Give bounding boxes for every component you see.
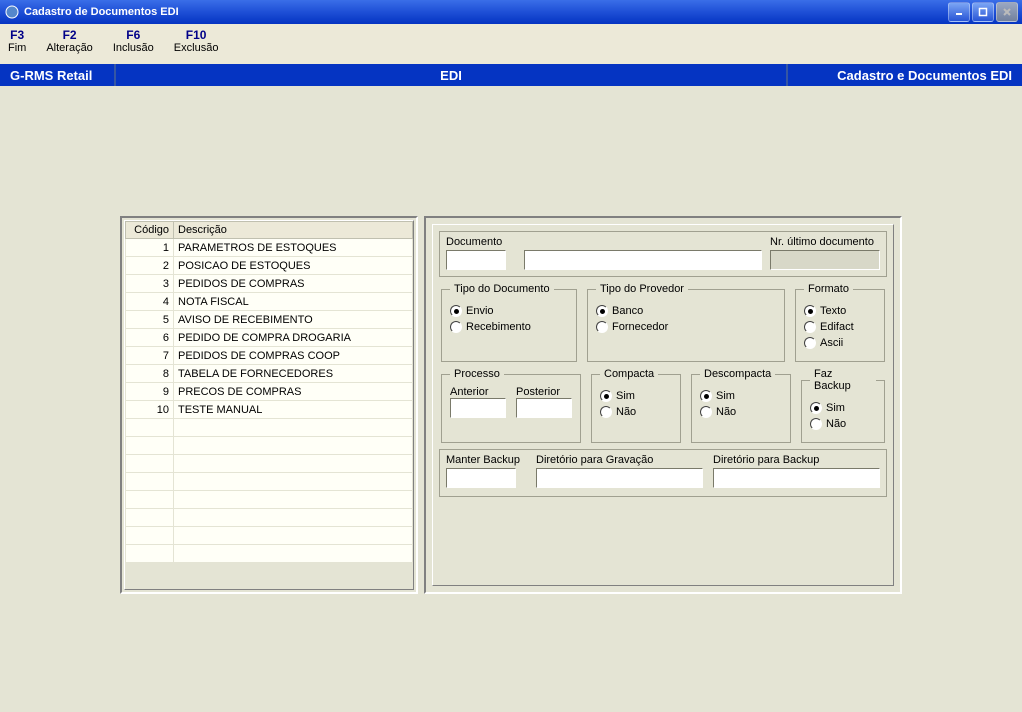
app-icon (4, 4, 20, 20)
radio-banco[interactable]: Banco (596, 305, 776, 317)
table-row[interactable]: 8TABELA DE FORNECEDORES (126, 365, 413, 383)
header-strip: G-RMS Retail EDI Cadastro e Documentos E… (0, 64, 1022, 86)
table-row[interactable] (126, 527, 413, 545)
backup-dirs-row: Manter Backup Diretório para Gravação Di… (439, 449, 887, 497)
nr-ultimo-label: Nr. último documento (770, 236, 880, 248)
menu-alteracao[interactable]: F2 Alteração (46, 28, 92, 54)
radio-descompacta-nao[interactable]: Não (700, 406, 782, 418)
radio-descompacta-sim[interactable]: Sim (700, 390, 782, 402)
window-titlebar: Cadastro de Documentos EDI (0, 0, 1022, 24)
documento-row: Documento Nr. último documento (439, 231, 887, 277)
radio-envio[interactable]: Envio (450, 305, 568, 317)
radio-envio-dot[interactable] (450, 305, 462, 317)
close-button (996, 2, 1018, 22)
documento-code-input[interactable] (446, 250, 506, 270)
shortcut-menu: F3 Fim F2 Alteração F6 Inclusão F10 Excl… (0, 24, 1022, 64)
col-codigo[interactable]: Código (126, 222, 174, 239)
manter-backup-input[interactable] (446, 468, 516, 488)
nr-ultimo-input (770, 250, 880, 270)
formato-group: Formato Texto Edifact Ascii (795, 283, 885, 362)
table-row[interactable]: 9PRECOS DE COMPRAS (126, 383, 413, 401)
tipo-provedor-group: Tipo do Provedor Banco Fornecedor (587, 283, 785, 362)
table-row[interactable] (126, 491, 413, 509)
document-form-panel: Documento Nr. último documento (424, 216, 902, 594)
table-row[interactable] (126, 455, 413, 473)
menu-fim[interactable]: F3 Fim (8, 28, 26, 54)
radio-ascii[interactable]: Ascii (804, 337, 876, 349)
radio-fornecedor[interactable]: Fornecedor (596, 321, 776, 333)
radio-texto[interactable]: Texto (804, 305, 876, 317)
col-descricao[interactable]: Descrição (174, 222, 413, 239)
table-row[interactable] (126, 545, 413, 563)
dir-backup-input[interactable] (713, 468, 880, 488)
menu-inclusao[interactable]: F6 Inclusão (113, 28, 154, 54)
processo-posterior-input[interactable] (516, 398, 572, 418)
table-row[interactable]: 10TESTE MANUAL (126, 401, 413, 419)
documents-table-panel: Código Descrição 1PARAMETROS DE ESTOQUES… (120, 216, 418, 594)
processo-group: Processo Anterior Posterior (441, 368, 581, 443)
table-row[interactable]: 4NOTA FISCAL (126, 293, 413, 311)
documento-label: Documento (446, 236, 516, 248)
table-row[interactable] (126, 437, 413, 455)
table-row[interactable]: 1PARAMETROS DE ESTOQUES (126, 239, 413, 257)
compacta-group: Compacta Sim Não (591, 368, 681, 443)
menu-exclusao[interactable]: F10 Exclusão (174, 28, 219, 54)
descompacta-group: Descompacta Sim Não (691, 368, 791, 443)
radio-compacta-sim[interactable]: Sim (600, 390, 672, 402)
radio-edifact[interactable]: Edifact (804, 321, 876, 333)
table-row[interactable]: 2POSICAO DE ESTOQUES (126, 257, 413, 275)
strip-center: EDI (116, 64, 786, 86)
radio-compacta-nao[interactable]: Não (600, 406, 672, 418)
radio-recebimento-dot[interactable] (450, 321, 462, 333)
table-row[interactable] (126, 509, 413, 527)
strip-left: G-RMS Retail (0, 64, 116, 86)
window-title: Cadastro de Documentos EDI (24, 6, 948, 18)
strip-right: Cadastro e Documentos EDI (786, 64, 1022, 86)
table-row[interactable]: 6PEDIDO DE COMPRA DROGARIA (126, 329, 413, 347)
tipo-documento-group: Tipo do Documento Envio Recebimento (441, 283, 577, 362)
faz-backup-group: Faz Backup Sim Não (801, 368, 885, 443)
radio-recebimento[interactable]: Recebimento (450, 321, 568, 333)
radio-backup-sim[interactable]: Sim (810, 402, 876, 414)
table-row[interactable]: 5AVISO DE RECEBIMENTO (126, 311, 413, 329)
table-row[interactable] (126, 473, 413, 491)
minimize-button[interactable] (948, 2, 970, 22)
table-row[interactable]: 7PEDIDOS DE COMPRAS COOP (126, 347, 413, 365)
dir-gravacao-input[interactable] (536, 468, 703, 488)
table-row[interactable]: 3PEDIDOS DE COMPRAS (126, 275, 413, 293)
maximize-button[interactable] (972, 2, 994, 22)
documento-desc-input[interactable] (524, 250, 762, 270)
processo-anterior-input[interactable] (450, 398, 506, 418)
documents-table[interactable]: Código Descrição 1PARAMETROS DE ESTOQUES… (125, 221, 413, 563)
table-row[interactable] (126, 419, 413, 437)
radio-backup-nao[interactable]: Não (810, 418, 876, 430)
